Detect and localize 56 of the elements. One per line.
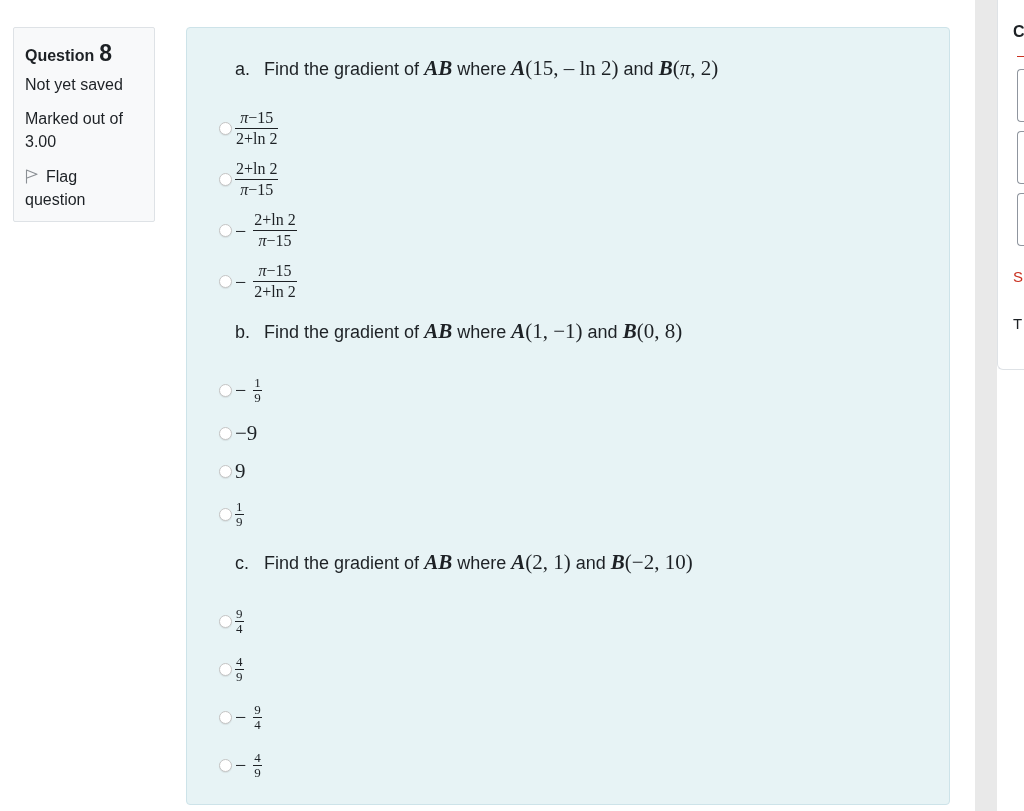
question-letter: b. (235, 321, 251, 344)
fraction-numerator: π−15 (257, 261, 293, 281)
fraction-denominator: 9 (235, 514, 244, 529)
minus-sign: − (235, 218, 247, 243)
fraction-denominator: 9 (253, 390, 262, 405)
save-status: Not yet saved (25, 75, 124, 95)
question-text: Find the gradient of AB where A(1, −1) and B(0, 8) (264, 319, 683, 344)
fraction-numerator: 1 (253, 375, 262, 390)
fraction-denominator: 9 (253, 765, 262, 780)
question-nav-button[interactable] (1017, 69, 1024, 122)
fraction-denominator: 2+ln 2 (235, 129, 279, 149)
fraction-numerator: π−15 (239, 108, 275, 128)
radio-button[interactable] (219, 173, 232, 186)
radio-button[interactable] (219, 507, 232, 521)
question-letter: a. (235, 58, 251, 81)
radio-button[interactable] (219, 710, 232, 724)
fraction-denominator: 4 (253, 717, 262, 732)
minus-sign: − (235, 378, 247, 402)
radio-button[interactable] (219, 464, 232, 478)
question-nav-button[interactable] (1017, 193, 1024, 246)
question-heading: Question (25, 46, 95, 66)
fraction-denominator: 2+ln 2 (253, 282, 297, 302)
radio-button[interactable] (219, 662, 232, 676)
fraction-numerator: 4 (253, 750, 262, 765)
fraction-denominator: 9 (235, 669, 244, 684)
radio-button[interactable] (219, 426, 232, 440)
radio-button[interactable] (219, 383, 232, 397)
marks-text: Marked out of 3.00 (25, 109, 124, 152)
minus-sign: − (235, 705, 247, 729)
navigation-text: T (1013, 314, 1024, 334)
navigation-heading: C (1013, 22, 1024, 42)
navigation-link[interactable]: S (1013, 266, 1024, 288)
answer-number: −9 (235, 420, 258, 447)
fraction-numerator: 9 (253, 702, 262, 717)
question-text: Find the gradient of AB where A(2, 1) and B(−2, 10) (264, 550, 693, 575)
radio-button[interactable] (219, 614, 232, 628)
question-nav-button[interactable] (1017, 131, 1024, 184)
fraction-numerator: 1 (235, 499, 244, 514)
fraction-denominator: 4 (235, 621, 244, 636)
fraction-denominator: π−15 (257, 231, 293, 251)
fraction-numerator: 4 (235, 654, 244, 669)
answer-number: 9 (235, 458, 246, 485)
fraction-numerator: 2+ln 2 (253, 210, 297, 230)
fraction-numerator: 2+ln 2 (235, 159, 279, 179)
radio-button[interactable] (219, 758, 232, 772)
radio-button[interactable] (219, 275, 232, 288)
minus-sign: − (235, 269, 247, 294)
fraction-denominator: π−15 (239, 180, 275, 200)
question-number: 8 (99, 39, 113, 68)
flag-question-link[interactable]: Flag question (25, 165, 129, 211)
radio-button[interactable] (219, 122, 232, 135)
fraction-numerator: 9 (235, 606, 244, 621)
question-letter: c. (235, 552, 250, 575)
question-text: Find the gradient of AB where A(15, – ln 2) and B(π, 2) (264, 56, 719, 81)
minus-sign: − (235, 753, 247, 777)
radio-button[interactable] (219, 224, 232, 237)
